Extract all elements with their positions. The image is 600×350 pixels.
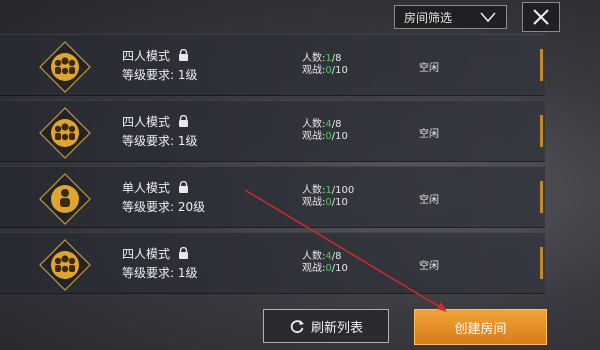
room-level-requirement: 等级要求: 1级 xyxy=(122,134,198,148)
lock-icon xyxy=(179,49,189,61)
room-stats: 人数:1/100 观战:0/10 xyxy=(302,185,355,208)
chevron-down-icon xyxy=(480,12,496,23)
lock-icon xyxy=(179,247,189,259)
room-stats: 人数:1/8 观战:0/10 xyxy=(302,53,348,76)
room-row[interactable]: 单人模式 等级要求: 20级 人数:1/100 观战:0/10 空闲 xyxy=(0,166,545,228)
lock-icon xyxy=(179,181,189,193)
room-filter-label: 房间筛选 xyxy=(404,10,453,25)
room-status: 空闲 xyxy=(419,129,439,140)
squad-badge-icon xyxy=(39,107,91,159)
room-status: 空闲 xyxy=(419,63,439,74)
squad-badge-icon xyxy=(39,239,91,291)
room-mode: 四人模式 xyxy=(122,113,189,130)
room-row[interactable]: 四人模式 等级要求: 1级 人数:4/8 观战:0/10 空闲 xyxy=(0,100,545,162)
room-mode: 单人模式 xyxy=(122,179,189,196)
close-button[interactable] xyxy=(522,2,560,32)
room-level-requirement: 等级要求: 1级 xyxy=(122,266,198,280)
refresh-list-button[interactable]: 刷新列表 xyxy=(263,309,389,343)
room-row[interactable]: 四人模式 等级要求: 1级 人数:4/8 观战:0/10 空闲 xyxy=(0,232,545,294)
room-status: 空闲 xyxy=(419,195,439,206)
refresh-list-label: 刷新列表 xyxy=(310,320,363,336)
top-bar: 房间筛选 xyxy=(0,0,600,34)
squad-badge-icon xyxy=(39,41,91,93)
room-filter-dropdown[interactable]: 房间筛选 xyxy=(394,5,507,29)
room-level-requirement: 等级要求: 1级 xyxy=(122,68,198,82)
room-mode: 四人模式 xyxy=(122,47,189,64)
solo-badge-icon xyxy=(39,173,91,225)
room-mode: 四人模式 xyxy=(122,245,189,262)
refresh-icon xyxy=(290,320,304,334)
room-stats: 人数:4/8 观战:0/10 xyxy=(302,119,348,142)
create-room-label: 创建房间 xyxy=(454,321,507,337)
close-icon xyxy=(533,9,549,25)
lock-icon xyxy=(179,115,189,127)
create-room-button[interactable]: 创建房间 xyxy=(414,309,547,345)
room-row[interactable]: 四人模式 等级要求: 1级 人数:1/8 观战:0/10 空闲 xyxy=(0,34,545,96)
room-level-requirement: 等级要求: 20级 xyxy=(122,200,206,214)
room-status: 空闲 xyxy=(419,261,439,272)
room-stats: 人数:4/8 观战:0/10 xyxy=(302,251,348,274)
